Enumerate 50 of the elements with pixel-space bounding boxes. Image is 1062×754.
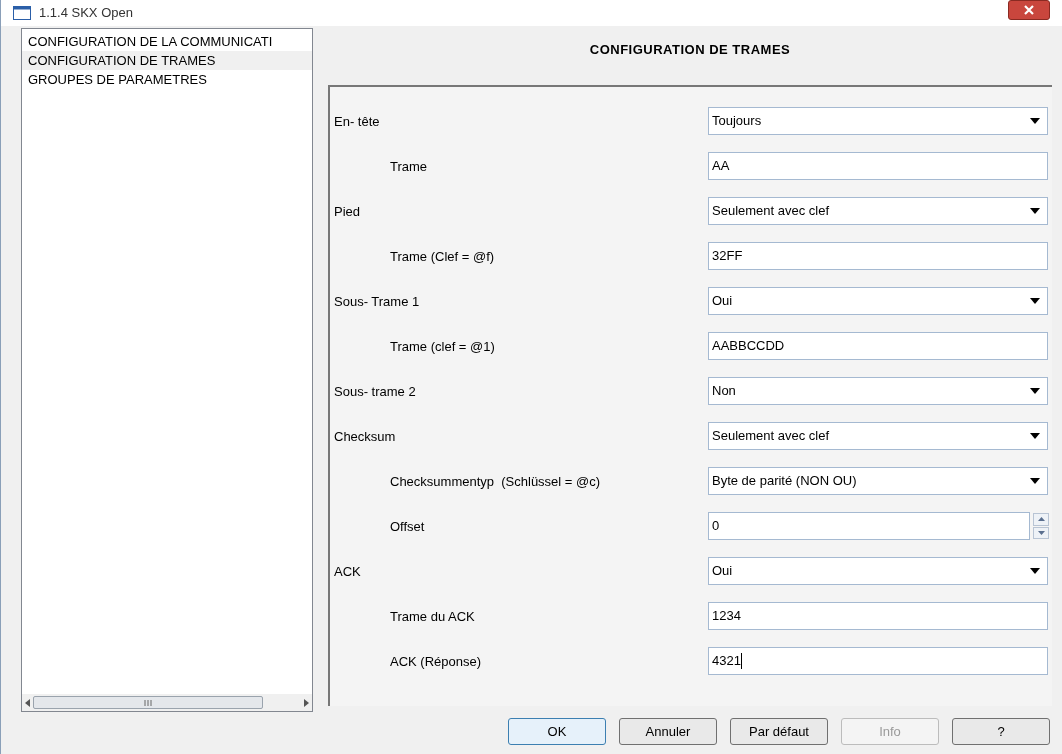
dropdown-arrow-icon [1030,118,1040,124]
field-label: Trame (Clef = @f) [390,249,495,264]
field-label: ACK (Réponse) [390,654,482,669]
field-label: Trame (clef = @1) [390,339,495,354]
sidebar-item[interactable]: CONFIGURATION DE TRAMES [22,51,312,70]
spin-buttons[interactable] [1033,513,1049,539]
field-label: Offset [390,519,425,534]
text-field[interactable]: 4321 [708,647,1048,675]
window-icon [13,6,31,20]
field-label: Trame [390,159,428,174]
dropdown-arrow-icon [1030,388,1040,394]
panel-title: CONFIGURATION DE TRAMES [588,40,792,59]
dropdown-arrow-icon [1030,208,1040,214]
close-button[interactable] [1008,0,1050,20]
field-label: Pied [334,204,361,219]
dropdown-arrow-icon [1030,433,1040,439]
dialog-button[interactable]: OK [508,718,606,745]
grip-icon [144,699,152,706]
right-arrow-icon [304,698,309,707]
horizontal-scrollbar[interactable] [22,694,312,711]
dropdown[interactable]: Oui [708,557,1048,585]
number-field[interactable]: 0 [708,512,1030,540]
dropdown[interactable]: Byte de parité (NON OU) [708,467,1048,495]
dropdown[interactable]: Seulement avec clef [708,422,1048,450]
text-field[interactable]: AABBCCDD [708,332,1048,360]
window-title: 1.1.4 SKX Open [39,4,133,23]
text-field[interactable]: 32FF [708,242,1048,270]
dialog-button[interactable]: Par défaut [730,718,828,745]
down-arrow-icon [1037,530,1045,535]
dropdown-arrow-icon [1030,298,1040,304]
field-label: En- tête [334,114,380,129]
dropdown-arrow-icon [1030,478,1040,484]
field-label: ACK [334,564,361,579]
dropdown[interactable]: Oui [708,287,1048,315]
dropdown[interactable]: Non [708,377,1048,405]
up-arrow-icon [1037,517,1045,522]
dialog-button[interactable]: Annuler [619,718,717,745]
dropdown[interactable]: Toujours [708,107,1048,135]
text-field[interactable]: 1234 [708,602,1048,630]
dropdown-arrow-icon [1030,568,1040,574]
close-icon [1024,5,1034,15]
field-label: Checksummentyp (Schlüssel = @c) [390,474,601,489]
dropdown[interactable]: Seulement avec clef [708,197,1048,225]
left-arrow-icon [25,698,30,707]
field-label: Trame du ACK [390,609,475,624]
dialog-button[interactable]: ? [952,718,1050,745]
field-label: Sous- Trame 1 [334,294,420,309]
field-label: Sous- trame 2 [334,384,416,399]
text-field[interactable]: AA [708,152,1048,180]
field-label: Checksum [334,429,396,444]
